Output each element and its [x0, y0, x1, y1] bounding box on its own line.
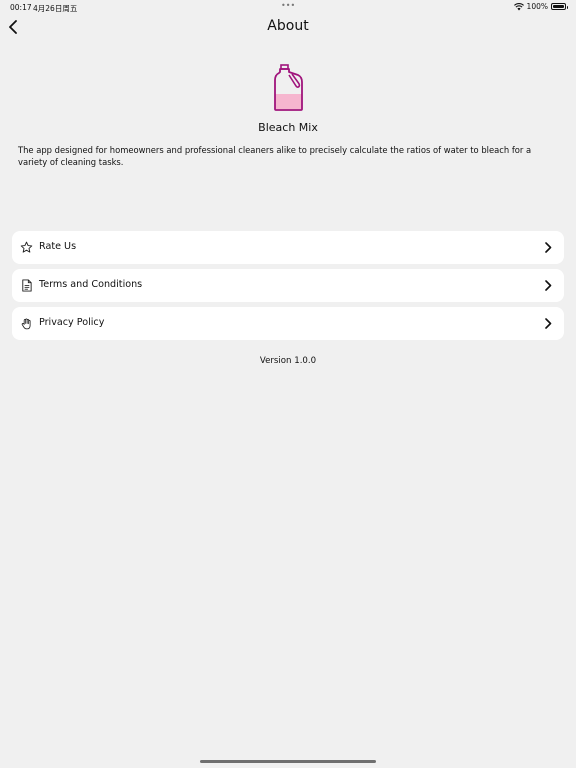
home-indicator[interactable]: [200, 760, 376, 763]
status-right: 100%: [513, 2, 568, 11]
status-bar: 00:17 4月26日周五 ••• 100%: [0, 0, 576, 14]
multitasking-dots-icon[interactable]: •••: [281, 1, 295, 10]
chevron-right-icon: [545, 242, 552, 253]
status-date: 4月26日周五: [33, 4, 78, 13]
status-time: 00:17: [10, 3, 32, 12]
app-name: Bleach Mix: [258, 121, 318, 134]
rate-us-button[interactable]: Rate Us: [12, 231, 564, 264]
terms-and-conditions-button[interactable]: Terms and Conditions: [12, 269, 564, 302]
star-icon: [20, 241, 33, 253]
hand-icon: [21, 318, 31, 330]
battery-percentage: 100%: [526, 2, 548, 11]
privacy-policy-label: Privacy Policy: [39, 317, 105, 328]
rate-us-label: Rate Us: [39, 241, 77, 252]
terms-and-conditions-label: Terms and Conditions: [39, 279, 143, 290]
chevron-right-icon: [545, 318, 552, 329]
app-description: The app designed for homeowners and prof…: [18, 145, 532, 167]
about-screen: 00:17 4月26日周五 ••• 100% About Bleach Mix …: [0, 0, 576, 768]
document-icon: [22, 279, 32, 292]
chevron-right-icon: [545, 280, 552, 291]
page-title: About: [267, 18, 309, 34]
privacy-policy-button[interactable]: Privacy Policy: [12, 307, 564, 340]
version-text: Version 1.0.0: [259, 356, 317, 366]
bleach-bottle-icon: [274, 64, 303, 111]
wifi-icon: [513, 2, 524, 10]
battery-icon: [551, 3, 568, 10]
